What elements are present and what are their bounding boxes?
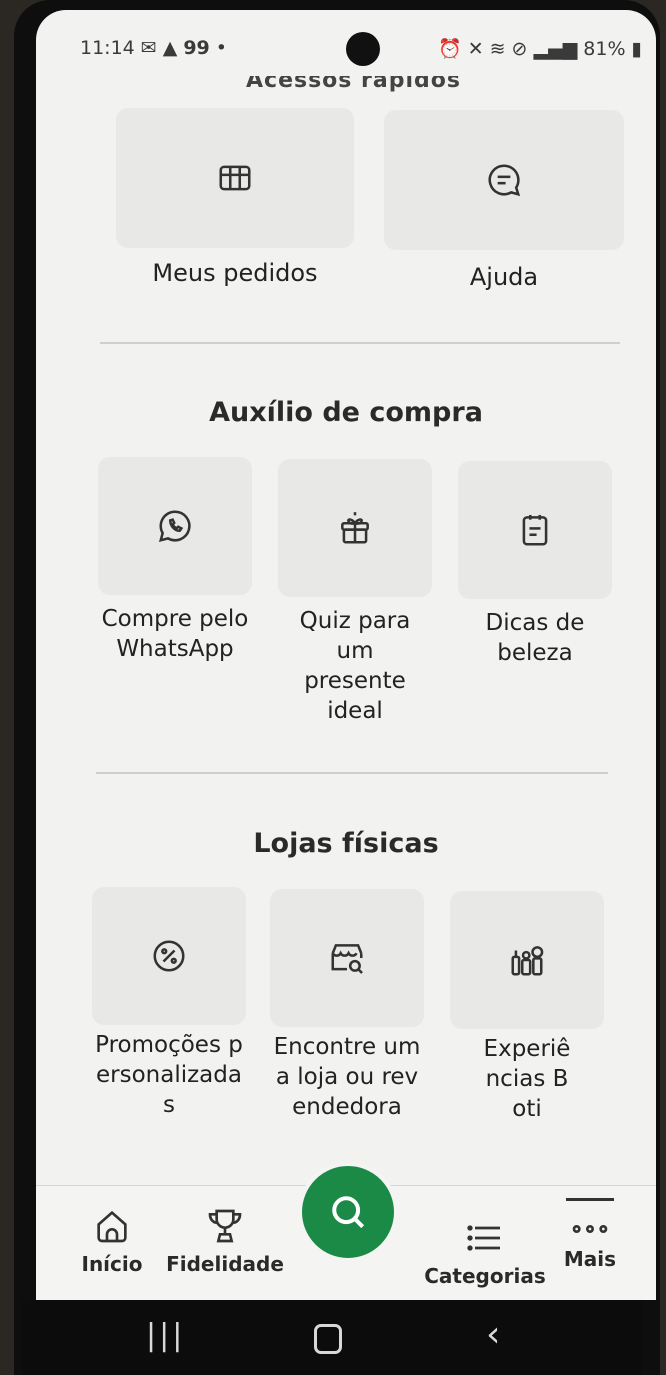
boti-experiences-label[interactable]: Experiências Boti bbox=[482, 1034, 572, 1124]
promotions-tile[interactable] bbox=[92, 887, 246, 1025]
mute-icon: ✕ bbox=[467, 37, 484, 60]
whatsapp-icon bbox=[158, 510, 191, 543]
stores-title: Lojas físicas bbox=[253, 828, 439, 859]
trophy-icon bbox=[208, 1209, 242, 1243]
discount-percent-icon bbox=[153, 940, 185, 972]
nav-home-label: Início bbox=[81, 1252, 143, 1276]
system-nav-bar: ||| ‹ bbox=[22, 1300, 642, 1375]
chat-bubble-icon bbox=[488, 164, 521, 197]
find-store-label[interactable]: Encontre uma loja ou revendedora bbox=[272, 1032, 422, 1122]
camera-cutout bbox=[346, 32, 380, 66]
battery-icon: ▮ bbox=[631, 37, 642, 60]
phone-frame: 11:14 ✉ ▲ 99 • ⏰ ✕ ≋ ⊘ ▂▄▆ 81% ▮ Acessos… bbox=[14, 0, 660, 1375]
purchase-help-title: Auxílio de compra bbox=[209, 397, 483, 428]
help-label[interactable]: Ajuda bbox=[384, 262, 624, 292]
list-icon bbox=[467, 1225, 500, 1251]
beauty-tips-tile[interactable] bbox=[458, 461, 612, 599]
nav-loyalty-label: Fidelidade bbox=[166, 1252, 284, 1276]
app-screen: 11:14 ✉ ▲ 99 • ⏰ ✕ ≋ ⊘ ▂▄▆ 81% ▮ Acessos… bbox=[36, 10, 656, 1300]
alarm-icon: ⏰ bbox=[438, 38, 462, 60]
boti-experiences-tile[interactable] bbox=[450, 891, 604, 1029]
help-tile[interactable] bbox=[384, 110, 624, 250]
gift-quiz-label[interactable]: Quiz para um presente ideal bbox=[288, 606, 422, 726]
back-icon[interactable]: ‹ bbox=[486, 1314, 500, 1355]
notification-count: 99 bbox=[183, 37, 210, 59]
search-button[interactable] bbox=[298, 1162, 398, 1262]
search-icon bbox=[332, 1196, 365, 1229]
nav-loyalty[interactable]: Fidelidade bbox=[160, 1206, 290, 1276]
wifi-icon: ≋ bbox=[489, 37, 506, 60]
nav-more-indicator bbox=[566, 1198, 614, 1201]
whatsapp-label[interactable]: Compre pelo WhatsApp bbox=[98, 604, 252, 664]
nav-categories-label: Categorias bbox=[424, 1264, 546, 1288]
dnd-icon: ⊘ bbox=[511, 37, 528, 60]
find-store-tile[interactable] bbox=[270, 889, 424, 1027]
home-icon bbox=[97, 1210, 127, 1243]
orders-tile[interactable] bbox=[116, 108, 354, 248]
home-system-icon[interactable] bbox=[314, 1324, 342, 1354]
divider-1 bbox=[100, 342, 620, 344]
more-dots-icon bbox=[572, 1225, 608, 1234]
notepad-icon bbox=[522, 514, 548, 546]
signal-icon: ▂▄▆ bbox=[533, 37, 578, 60]
dot-icon: • bbox=[215, 37, 227, 59]
gift-icon bbox=[341, 512, 369, 544]
mail-icon: ✉ bbox=[140, 37, 157, 59]
alert-icon: ▲ bbox=[162, 37, 178, 59]
whatsapp-tile[interactable] bbox=[98, 457, 252, 595]
battery-percent: 81% bbox=[583, 37, 626, 60]
beauty-tips-label[interactable]: Dicas de beleza bbox=[468, 608, 602, 668]
beauty-products-icon bbox=[511, 946, 544, 976]
recent-apps-icon[interactable]: ||| bbox=[146, 1318, 185, 1353]
status-bar: 11:14 ✉ ▲ 99 • ⏰ ✕ ≋ ⊘ ▂▄▆ 81% ▮ bbox=[36, 10, 656, 80]
store-search-icon bbox=[331, 944, 363, 974]
orders-label[interactable]: Meus pedidos bbox=[116, 258, 354, 288]
status-left: 11:14 ✉ ▲ 99 • bbox=[80, 37, 227, 59]
promotions-label[interactable]: Promoções personalizadas bbox=[94, 1030, 244, 1120]
status-time: 11:14 bbox=[80, 37, 135, 59]
status-right: ⏰ ✕ ≋ ⊘ ▂▄▆ 81% ▮ bbox=[438, 37, 642, 61]
nav-more-label: Mais bbox=[563, 1247, 617, 1271]
nav-categories[interactable]: Categorias bbox=[422, 1218, 548, 1288]
gift-quiz-tile[interactable] bbox=[278, 459, 432, 597]
divider-2 bbox=[96, 772, 608, 774]
orders-grid-icon bbox=[219, 165, 251, 191]
nav-more[interactable]: Mais bbox=[558, 1198, 622, 1271]
nav-home[interactable]: Início bbox=[70, 1206, 154, 1276]
